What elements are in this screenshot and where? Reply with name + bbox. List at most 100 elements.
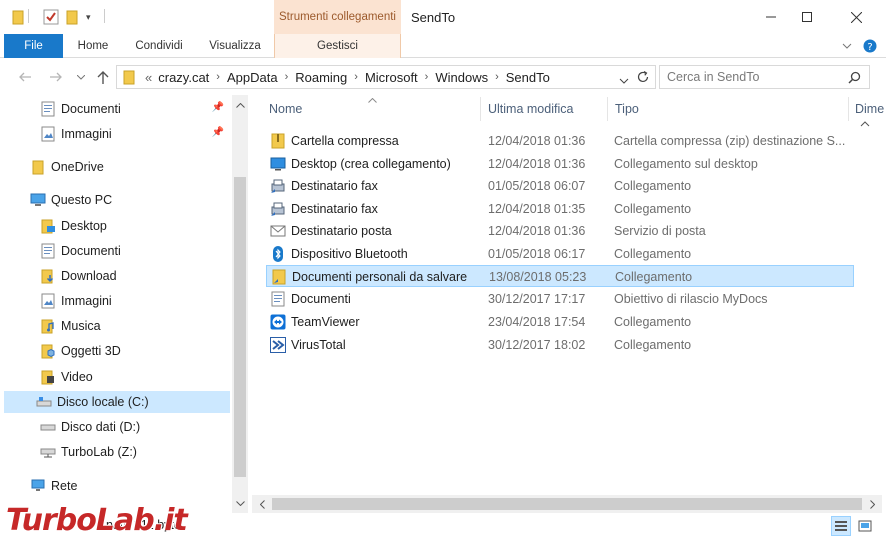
search-icon[interactable] xyxy=(848,71,861,87)
address-bar[interactable]: « crazy.cat › AppData › Roaming › Micros… xyxy=(116,65,656,89)
nav-item-pictures-pinned[interactable]: Immagini 📌 xyxy=(40,123,230,145)
recent-locations-icon[interactable] xyxy=(70,67,92,87)
nav-item-onedrive[interactable]: OneDrive xyxy=(30,156,230,178)
nav-item-label: Disco dati (D:) xyxy=(61,420,141,434)
breadcrumb-item[interactable]: Roaming xyxy=(295,70,347,85)
divider xyxy=(104,9,105,23)
file-row[interactable]: Cartella compressa 12/04/2018 01:36 Cart… xyxy=(266,130,854,152)
fax-icon xyxy=(270,178,286,194)
column-name[interactable]: Nome xyxy=(269,95,479,123)
refresh-icon[interactable] xyxy=(636,70,650,87)
large-icons-view-button[interactable] xyxy=(855,516,875,536)
network-drive-icon xyxy=(40,444,56,460)
up-button[interactable] xyxy=(92,67,114,87)
nav-item-documents-pinned[interactable]: Documenti 📌 xyxy=(40,98,230,120)
help-icon[interactable]: ? xyxy=(860,34,880,58)
file-row[interactable]: Destinatario fax 12/04/2018 01:35 Colleg… xyxy=(266,198,854,220)
nav-item-data-disk-d[interactable]: Disco dati (D:) xyxy=(40,416,230,438)
breadcrumb-item[interactable]: Microsoft xyxy=(365,70,418,85)
column-divider[interactable] xyxy=(480,97,481,121)
chevron-right-icon[interactable]: › xyxy=(495,71,499,83)
scroll-left-icon[interactable] xyxy=(254,496,270,512)
scrollbar-thumb[interactable] xyxy=(234,177,246,477)
tab-file[interactable]: File xyxy=(4,34,63,58)
desktop-shortcut-icon xyxy=(270,156,286,172)
chevron-down-icon[interactable] xyxy=(619,73,629,87)
nav-item-label: OneDrive xyxy=(51,160,104,174)
file-row[interactable]: Dispositivo Bluetooth 01/05/2018 06:17 C… xyxy=(266,243,854,265)
svg-text:?: ? xyxy=(867,42,872,53)
tab-home[interactable]: Home xyxy=(68,34,118,58)
file-row[interactable]: Desktop (crea collegamento) 12/04/2018 0… xyxy=(266,153,854,175)
file-date: 01/05/2018 06:17 xyxy=(488,247,586,261)
file-date: 30/12/2017 17:17 xyxy=(488,292,586,306)
desktop-folder-icon xyxy=(40,218,56,234)
file-date: 30/12/2017 18:02 xyxy=(488,338,586,352)
file-row[interactable]: TeamViewer 23/04/2018 17:54 Collegamento xyxy=(266,311,854,333)
breadcrumb-item[interactable]: Windows xyxy=(435,70,488,85)
maximize-button[interactable] xyxy=(784,0,830,34)
drive-icon xyxy=(40,419,56,435)
breadcrumb-item[interactable]: AppData xyxy=(227,70,278,85)
nav-item-3d-objects[interactable]: Oggetti 3D xyxy=(40,340,230,362)
chevron-right-icon[interactable]: › xyxy=(285,71,289,83)
nav-item-downloads[interactable]: Download xyxy=(40,265,230,287)
file-type: Collegamento xyxy=(615,270,693,284)
chevron-right-icon[interactable]: › xyxy=(354,71,358,83)
pin-icon[interactable]: 📌 xyxy=(212,102,224,113)
chevron-right-icon[interactable]: › xyxy=(216,71,220,83)
column-headers: Nome Ultima modifica Tipo Dime xyxy=(252,95,886,123)
nav-item-this-pc[interactable]: Questo PC xyxy=(30,189,230,211)
back-button[interactable] xyxy=(14,67,36,87)
nav-item-desktop[interactable]: Desktop xyxy=(40,215,230,237)
nav-item-pictures[interactable]: Immagini xyxy=(40,290,230,312)
file-row[interactable]: Documenti 30/12/2017 17:17 Obiettivo di … xyxy=(266,288,854,310)
details-view-button[interactable] xyxy=(831,516,851,536)
file-row[interactable]: Destinatario posta 12/04/2018 01:36 Serv… xyxy=(266,220,854,242)
scroll-down-icon[interactable] xyxy=(232,495,248,511)
scroll-up-icon[interactable] xyxy=(857,116,873,132)
column-divider[interactable] xyxy=(607,97,608,121)
scroll-up-icon[interactable] xyxy=(232,97,248,113)
file-date: 13/08/2018 05:23 xyxy=(489,270,587,284)
nav-item-label: TurboLab (Z:) xyxy=(61,445,137,459)
nav-item-turbolab-z[interactable]: TurboLab (Z:) xyxy=(40,441,230,463)
horizontal-scrollbar[interactable] xyxy=(252,495,882,513)
this-pc-icon xyxy=(30,192,46,208)
tab-share[interactable]: Condividi xyxy=(126,34,192,58)
pin-icon[interactable]: 📌 xyxy=(212,127,224,138)
file-date: 12/04/2018 01:35 xyxy=(488,202,586,216)
nav-item-documents[interactable]: Documenti xyxy=(40,240,230,262)
expand-ribbon-icon[interactable] xyxy=(838,34,856,58)
nav-scrollbar[interactable] xyxy=(232,95,248,513)
breadcrumb-overflow[interactable]: « xyxy=(145,70,152,85)
nav-item-label: Documenti xyxy=(61,102,121,116)
tab-manage[interactable]: Gestisci xyxy=(274,34,401,58)
customize-toolbar-icon[interactable]: ▾ xyxy=(86,9,91,25)
scroll-right-icon[interactable] xyxy=(864,496,880,512)
forward-button[interactable] xyxy=(44,67,66,87)
nav-item-videos[interactable]: Video xyxy=(40,366,230,388)
nav-item-local-disk-c[interactable]: Disco locale (C:) xyxy=(4,391,230,413)
documents-icon xyxy=(40,101,56,117)
column-divider[interactable] xyxy=(848,97,849,121)
column-type[interactable]: Tipo xyxy=(615,95,845,123)
file-row-selected[interactable]: Documenti personali da salvare 13/08/201… xyxy=(266,265,854,287)
nav-item-network[interactable]: Rete xyxy=(30,475,230,497)
breadcrumb-item[interactable]: crazy.cat xyxy=(158,70,209,85)
new-folder-icon[interactable] xyxy=(66,9,78,25)
file-row[interactable]: VirusTotal 30/12/2017 18:02 Collegamento xyxy=(266,334,854,356)
breadcrumb-item[interactable]: SendTo xyxy=(506,70,550,85)
file-row[interactable]: Destinatario fax 01/05/2018 06:07 Colleg… xyxy=(266,175,854,197)
file-date: 12/04/2018 01:36 xyxy=(488,224,586,238)
chevron-right-icon[interactable]: › xyxy=(425,71,429,83)
file-date: 01/05/2018 06:07 xyxy=(488,179,586,193)
search-input[interactable]: Cerca in SendTo xyxy=(659,65,870,89)
close-button[interactable] xyxy=(833,0,879,34)
column-date-modified[interactable]: Ultima modifica xyxy=(488,95,604,123)
properties-icon[interactable] xyxy=(43,9,59,25)
nav-item-label: Download xyxy=(61,269,117,283)
nav-item-music[interactable]: Musica xyxy=(40,315,230,337)
scrollbar-thumb[interactable] xyxy=(272,498,862,510)
tab-view[interactable]: Visualizza xyxy=(202,34,268,58)
